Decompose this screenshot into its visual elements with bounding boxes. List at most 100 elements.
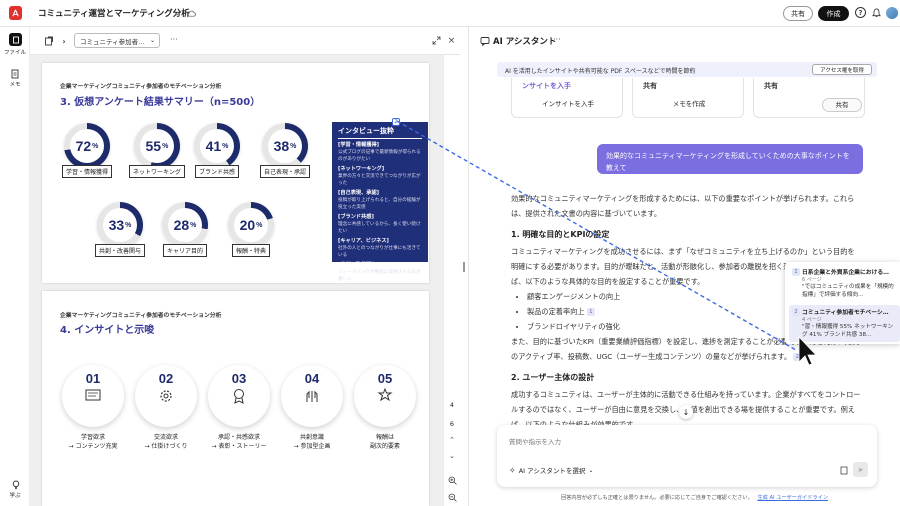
citation-badge[interactable]: 2 bbox=[793, 353, 802, 361]
reference-number: 2 bbox=[792, 307, 800, 316]
reference-quote: "ではコミュニティの成果を「規模的指標」で評価する傾向… bbox=[802, 284, 894, 298]
donut-value: 55% bbox=[139, 129, 174, 163]
disclaimer-text: 回答内容が必ずしも正確とは限りません。必要に応じてご自身でご確認ください。 bbox=[561, 495, 753, 501]
chat-input-box[interactable]: 質問や指示を入力 ✧ AI アシスタントを選択 ⌄ ➤ bbox=[497, 425, 877, 487]
interview-quote: 理念に共感しているから、長く使い続けたい bbox=[338, 222, 421, 234]
avatar[interactable] bbox=[886, 7, 898, 19]
close-icon[interactable]: × bbox=[446, 35, 457, 46]
left-rail: ファイル メモ 学ぶ bbox=[0, 27, 30, 506]
panel-resize-handle[interactable] bbox=[463, 262, 465, 272]
donut-label: ブランド共感 bbox=[194, 165, 239, 178]
chat-input-placeholder: 質問や指示を入力 bbox=[509, 438, 561, 446]
help-icon[interactable]: ? bbox=[855, 7, 866, 18]
bullet-text: 顧客エンゲージメントの向上 bbox=[527, 292, 621, 301]
page-export-icon[interactable] bbox=[43, 35, 55, 47]
bell-icon[interactable] bbox=[871, 6, 882, 19]
insight-line: 承認・共感欲求 bbox=[217, 434, 260, 441]
insight-circle: 04 bbox=[281, 365, 343, 427]
insight-item: 04 共創意識 → 参加型企画 bbox=[279, 365, 345, 451]
page-title: 3. 仮想アンケート結果サマリー（n=500） bbox=[60, 97, 261, 108]
learning-icon bbox=[85, 389, 101, 401]
reference-quote: "習・情報獲得 55% ネットワーキング 41% ブランド共感 38… bbox=[802, 324, 894, 338]
user-message-text: 効果的なコミュニティマーケティングを形成していくための大事なポイントを教えて bbox=[606, 152, 850, 172]
note-icon bbox=[10, 68, 21, 79]
action-card[interactable]: ンサイトを入手 インサイトを入手 bbox=[511, 78, 623, 118]
chevron-down-icon: ⌄ bbox=[149, 37, 155, 44]
zoom-in-icon[interactable] bbox=[447, 475, 458, 486]
chevron-down-icon[interactable]: ⌄ bbox=[172, 7, 182, 19]
acrobat-logo-icon[interactable] bbox=[9, 6, 22, 20]
action-card-button[interactable]: 共有 bbox=[822, 98, 862, 112]
scroll-down-button[interactable]: ↓ bbox=[679, 405, 693, 419]
send-icon[interactable]: ➤ bbox=[853, 462, 868, 477]
page-down-icon[interactable]: ⌄ bbox=[447, 451, 457, 461]
create-button[interactable]: 作成 bbox=[818, 6, 849, 21]
files-label: ファイル bbox=[3, 50, 26, 56]
memo-nav[interactable]: メモ bbox=[0, 67, 30, 93]
document-selector[interactable]: コミュニティ参加者… ⌄ bbox=[74, 33, 160, 48]
more-options-icon[interactable]: ··· bbox=[553, 35, 561, 44]
action-card-button[interactable]: メモを作成 bbox=[633, 98, 745, 112]
chevron-right-icon[interactable]: › bbox=[60, 35, 68, 47]
reference-item[interactable]: 2 コミュニティ参加者モチベーシ… 4 ページ "習・情報獲得 55% ネットワー… bbox=[789, 305, 900, 342]
citation-badge[interactable]: 1 bbox=[586, 308, 595, 316]
user-message-bubble: 効果的なコミュニティマーケティングを形成していくための大事なポイントを教えて bbox=[597, 144, 863, 174]
sparkle-icon: ✧ bbox=[509, 465, 516, 475]
more-options-icon[interactable]: ··· bbox=[170, 35, 178, 44]
get-access-button[interactable]: アクセス権を取得 bbox=[812, 64, 872, 75]
learn-label: 学ぶ bbox=[9, 493, 21, 499]
interview-lines: [学習・情報獲得] 公式ブログの記事で最新情報が得られるのがありがたい [ネットワー… bbox=[338, 141, 422, 283]
reference-title: コミュニティ参加者モチベーシ… bbox=[802, 310, 889, 316]
reference-title: 日系企業と外資系企業における… bbox=[802, 270, 889, 276]
insight-circle: 02 bbox=[135, 365, 197, 427]
insight-text: 報酬は 副次的要素 bbox=[370, 433, 400, 451]
memo-label: メモ bbox=[9, 82, 21, 88]
action-card[interactable]: 共有 メモを作成 bbox=[632, 78, 744, 118]
document-title: コミュニティ運営とマーケティング分析 bbox=[38, 9, 190, 19]
files-nav[interactable]: ファイル bbox=[0, 32, 30, 60]
raised-hands-icon bbox=[306, 390, 318, 402]
donut-value: 33% bbox=[103, 208, 137, 242]
interview-quote: 業界の方々と交流できてつながりが広がった bbox=[338, 174, 421, 186]
insight-text: 承認・共感欲求 → 表彰・ストーリー bbox=[212, 433, 267, 451]
insight-line: → コンテンツ充実 bbox=[68, 443, 118, 450]
gear-icon bbox=[160, 390, 172, 402]
insight-line: 共創意識 bbox=[299, 434, 324, 441]
insight-text: 交流欲求 → 仕掛けづくり bbox=[145, 433, 188, 451]
insight-line: → 仕掛けづくり bbox=[144, 443, 188, 450]
page-navigator: 4 6 ⌃ ⌄ bbox=[443, 55, 460, 506]
action-card-button[interactable]: インサイトを入手 bbox=[512, 98, 624, 112]
reference-page: 6 ページ bbox=[802, 277, 822, 283]
learn-nav[interactable]: 学ぶ bbox=[0, 479, 30, 503]
attach-icon[interactable] bbox=[839, 465, 849, 475]
interview-heading: [共創、改善関与] bbox=[338, 262, 380, 268]
zoom-out-icon[interactable] bbox=[447, 492, 458, 503]
pdf-page-4: 企業マーケティングコミュニティ参加者のモチベーション分析 4. インサイトと示唆… bbox=[42, 291, 429, 506]
expand-icon[interactable] bbox=[431, 35, 442, 46]
insight-line: → 参加型企画 bbox=[293, 443, 331, 450]
interview-heading: [学習・情報獲得] bbox=[338, 142, 380, 148]
insight-line: 交流欲求 bbox=[153, 434, 178, 441]
section-heading: 1. 明確な目的とKPIの設定 bbox=[511, 230, 610, 239]
action-card-title: ンサイトを入手 bbox=[522, 82, 571, 90]
insight-item: 05 報酬は 副次的要素 bbox=[352, 365, 418, 451]
citation-marker[interactable]: 2 bbox=[392, 118, 400, 126]
promo-banner-text: AI を活用したインサイトや共有可能な PDF スペースなどで時間を節約 bbox=[505, 68, 696, 75]
donut-ring: 72% bbox=[64, 123, 110, 169]
donut-stat: 28% キャリア目的 bbox=[162, 202, 208, 257]
action-card-title: 共有 bbox=[643, 82, 657, 90]
top-bar: コミュニティ運営とマーケティング分析 ⌄ 共有 作成 ? bbox=[0, 0, 900, 27]
insight-item: 01 学習欲求 → コンテンツ充実 bbox=[60, 365, 126, 451]
donut-stat: 20% 報酬・特典 bbox=[228, 202, 274, 257]
share-button[interactable]: 共有 bbox=[783, 6, 813, 21]
donut-value: 28% bbox=[168, 208, 202, 242]
page-up-icon[interactable]: ⌃ bbox=[447, 435, 457, 445]
assistant-selector-label: AI アシスタントを選択 bbox=[518, 467, 586, 475]
reference-item[interactable]: 1 日系企業と外資系企業における… 6 ページ "ではコミュニティの成果を「規模的… bbox=[789, 265, 900, 302]
guideline-link[interactable]: 生成 AI ユーザーガイドライン bbox=[757, 495, 828, 501]
donut-stat: 72% 学習・情報獲得 bbox=[62, 123, 113, 178]
assistant-selector[interactable]: ✧ AI アシスタントを選択 ⌄ bbox=[509, 465, 593, 476]
current-page-number[interactable]: 4 bbox=[444, 401, 460, 409]
reference-page: 4 ページ bbox=[802, 317, 822, 323]
action-card[interactable]: 共有 共有 bbox=[753, 78, 865, 118]
